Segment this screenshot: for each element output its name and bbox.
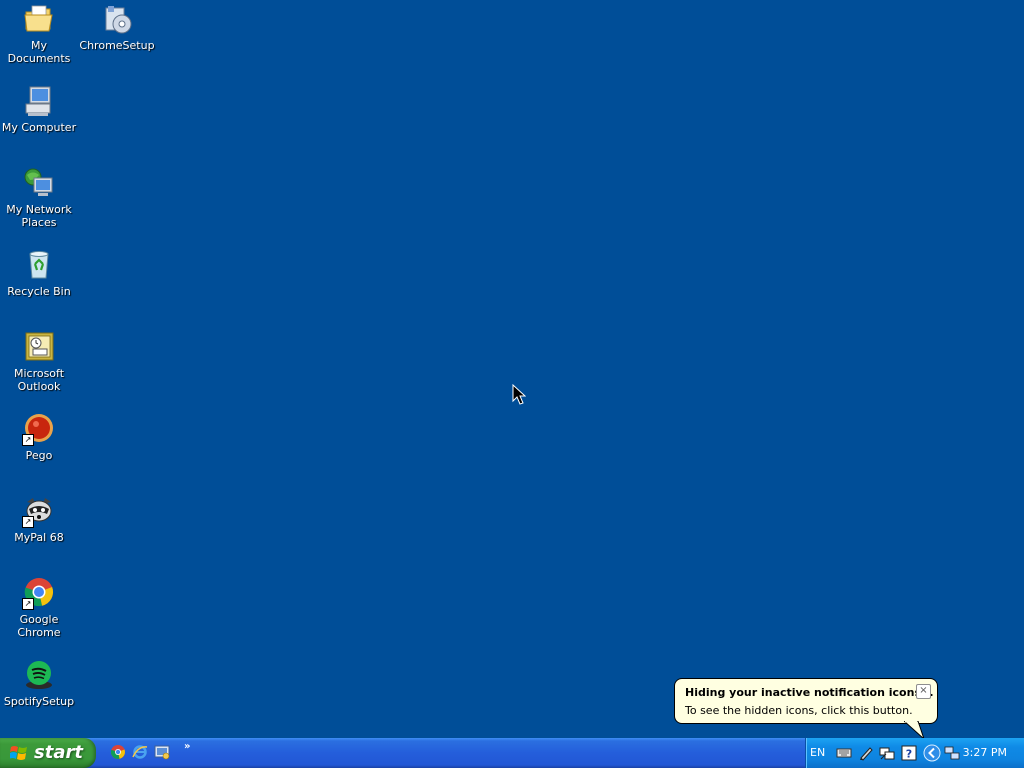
desktop-icon-label: SpotifySetup	[3, 695, 75, 708]
taskbar: start » EN ? 3:27 PM	[0, 738, 1024, 768]
recycle-bin-icon	[22, 248, 56, 282]
network-connection-icon[interactable]	[879, 745, 895, 761]
spotify-icon	[22, 658, 56, 692]
desktop[interactable]: My Documents ChromeSetup My Computer My …	[0, 0, 1024, 738]
chrome-icon[interactable]	[110, 744, 126, 760]
help-icon[interactable]: ?	[901, 745, 917, 761]
balloon-title: Hiding your inactive notification icons.…	[685, 686, 934, 699]
network-icon	[22, 166, 56, 200]
desktop-icon-spotifysetup[interactable]: SpotifySetup	[0, 658, 78, 708]
desktop-icon-my-network-places[interactable]: My Network Places	[0, 166, 78, 229]
start-label: start	[34, 742, 83, 763]
desktop-icon-label: My Network Places	[6, 203, 72, 229]
start-button[interactable]: start	[0, 738, 96, 768]
pego-icon: ↗	[22, 412, 56, 446]
shortcut-arrow-icon: ↗	[22, 516, 34, 528]
desktop-icon-label: Microsoft Outlook	[13, 367, 65, 393]
desktop-icon-my-computer[interactable]: My Computer	[0, 84, 78, 134]
computer-icon	[22, 84, 56, 118]
raccoon-icon: ↗	[22, 494, 56, 528]
desktop-icon-label: Pego	[25, 449, 53, 462]
network-computers-icon[interactable]	[944, 745, 960, 761]
pen-icon[interactable]	[858, 745, 874, 761]
shortcut-arrow-icon: ↗	[22, 598, 34, 610]
desktop-icon-label: ChromeSetup	[79, 39, 155, 52]
chrome-icon: ↗	[22, 576, 56, 610]
desktop-icon-label: My Documents	[7, 39, 71, 65]
folder-icon	[22, 2, 56, 36]
balloon-close-button[interactable]: ×	[916, 684, 931, 699]
quick-launch-chevron[interactable]: »	[184, 741, 190, 752]
ie-icon[interactable]	[132, 744, 148, 760]
desktop-icon-mypal-68[interactable]: ↗ MyPal 68	[0, 494, 78, 544]
system-tray: EN ? 3:27 PM	[805, 738, 1024, 768]
desktop-icon-chromesetup[interactable]: ChromeSetup	[78, 2, 156, 52]
desktop-icon-recycle-bin[interactable]: Recycle Bin	[0, 248, 78, 298]
language-indicator[interactable]: EN	[810, 746, 825, 759]
clock[interactable]: 3:27 PM	[963, 746, 1007, 759]
outlook-icon	[22, 330, 56, 364]
desktop-icon-my-documents[interactable]: My Documents	[0, 2, 78, 65]
notification-balloon: Hiding your inactive notification icons.…	[674, 678, 938, 724]
desktop-icon-google-chrome[interactable]: ↗ Google Chrome	[0, 576, 78, 639]
svg-text:?: ?	[906, 748, 912, 761]
show-desktop-icon[interactable]	[154, 744, 170, 760]
keyboard-icon[interactable]	[836, 745, 852, 761]
desktop-icon-label: MyPal 68	[14, 531, 64, 544]
desktop-icon-label: Google Chrome	[17, 613, 61, 639]
mouse-cursor-icon	[512, 384, 526, 405]
show-hidden-icons-button[interactable]	[923, 744, 941, 762]
balloon-body: To see the hidden icons, click this butt…	[685, 704, 913, 717]
desktop-icon-label: My Computer	[1, 121, 77, 134]
windows-flag-icon	[10, 746, 27, 760]
quick-launch-bar: »	[104, 738, 196, 768]
shortcut-arrow-icon: ↗	[22, 434, 34, 446]
desktop-icon-pego[interactable]: ↗ Pego	[0, 412, 78, 462]
desktop-icon-label: Recycle Bin	[7, 285, 71, 298]
installer-icon	[100, 2, 134, 36]
desktop-icon-microsoft-outlook[interactable]: Microsoft Outlook	[0, 330, 78, 393]
